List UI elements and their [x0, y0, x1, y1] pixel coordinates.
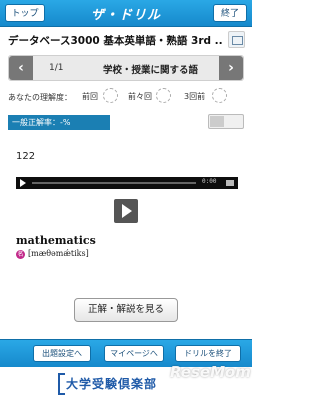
top-bar: トップ ザ・ドリル 終了 [0, 0, 252, 27]
volume-icon[interactable] [226, 180, 234, 186]
understanding-prev2: 前々回 [128, 92, 152, 101]
correct-rate-badge: 一般正解率：-% [8, 115, 110, 130]
display-toggle[interactable] [208, 114, 244, 129]
vocab-word: mathematics [16, 234, 96, 247]
mypage-button[interactable]: マイページへ [104, 345, 164, 362]
understanding-prev-icon [103, 88, 118, 103]
deck-title: データベース3000 基本英単語・熟語 3rd ... [8, 35, 223, 47]
big-play-button[interactable] [114, 199, 138, 223]
section-label: 学校・授業に関する語 [103, 65, 199, 76]
show-answer-button[interactable]: 正解・解説を見る [74, 298, 178, 322]
noun-badge: 名 [16, 250, 25, 259]
question-number: 122 [16, 151, 36, 162]
audio-player: 0:00 [16, 177, 238, 189]
settings-button[interactable]: 出題設定へ [33, 345, 91, 362]
player-time: 0:00 [202, 178, 217, 185]
end-button[interactable]: 終了 [213, 4, 247, 22]
pronunciation: [mæθəmǽtiks] [28, 249, 89, 258]
seek-bar[interactable] [32, 182, 196, 184]
chevron-right-icon[interactable]: › [219, 56, 243, 80]
understanding-prev3-icon [212, 88, 227, 103]
page-indicator: 1/1 [49, 63, 64, 73]
finish-drill-button[interactable]: ドリルを終了 [175, 345, 241, 362]
understanding-prev: 前回 [82, 92, 98, 101]
understanding-label: あなたの理解度： [8, 93, 72, 102]
thumbnail-icon[interactable] [228, 31, 245, 48]
chevron-left-icon[interactable]: ‹ [9, 56, 33, 80]
understanding-prev3: 3回前 [184, 92, 206, 101]
section-nav: ‹ 1/1 学校・授業に関する語 › [8, 55, 244, 81]
play-icon[interactable] [20, 179, 26, 187]
watermark: ReseMom [170, 363, 251, 381]
brand-logo: 大学受験倶楽部 [57, 373, 158, 395]
understanding-prev2-icon [156, 88, 171, 103]
